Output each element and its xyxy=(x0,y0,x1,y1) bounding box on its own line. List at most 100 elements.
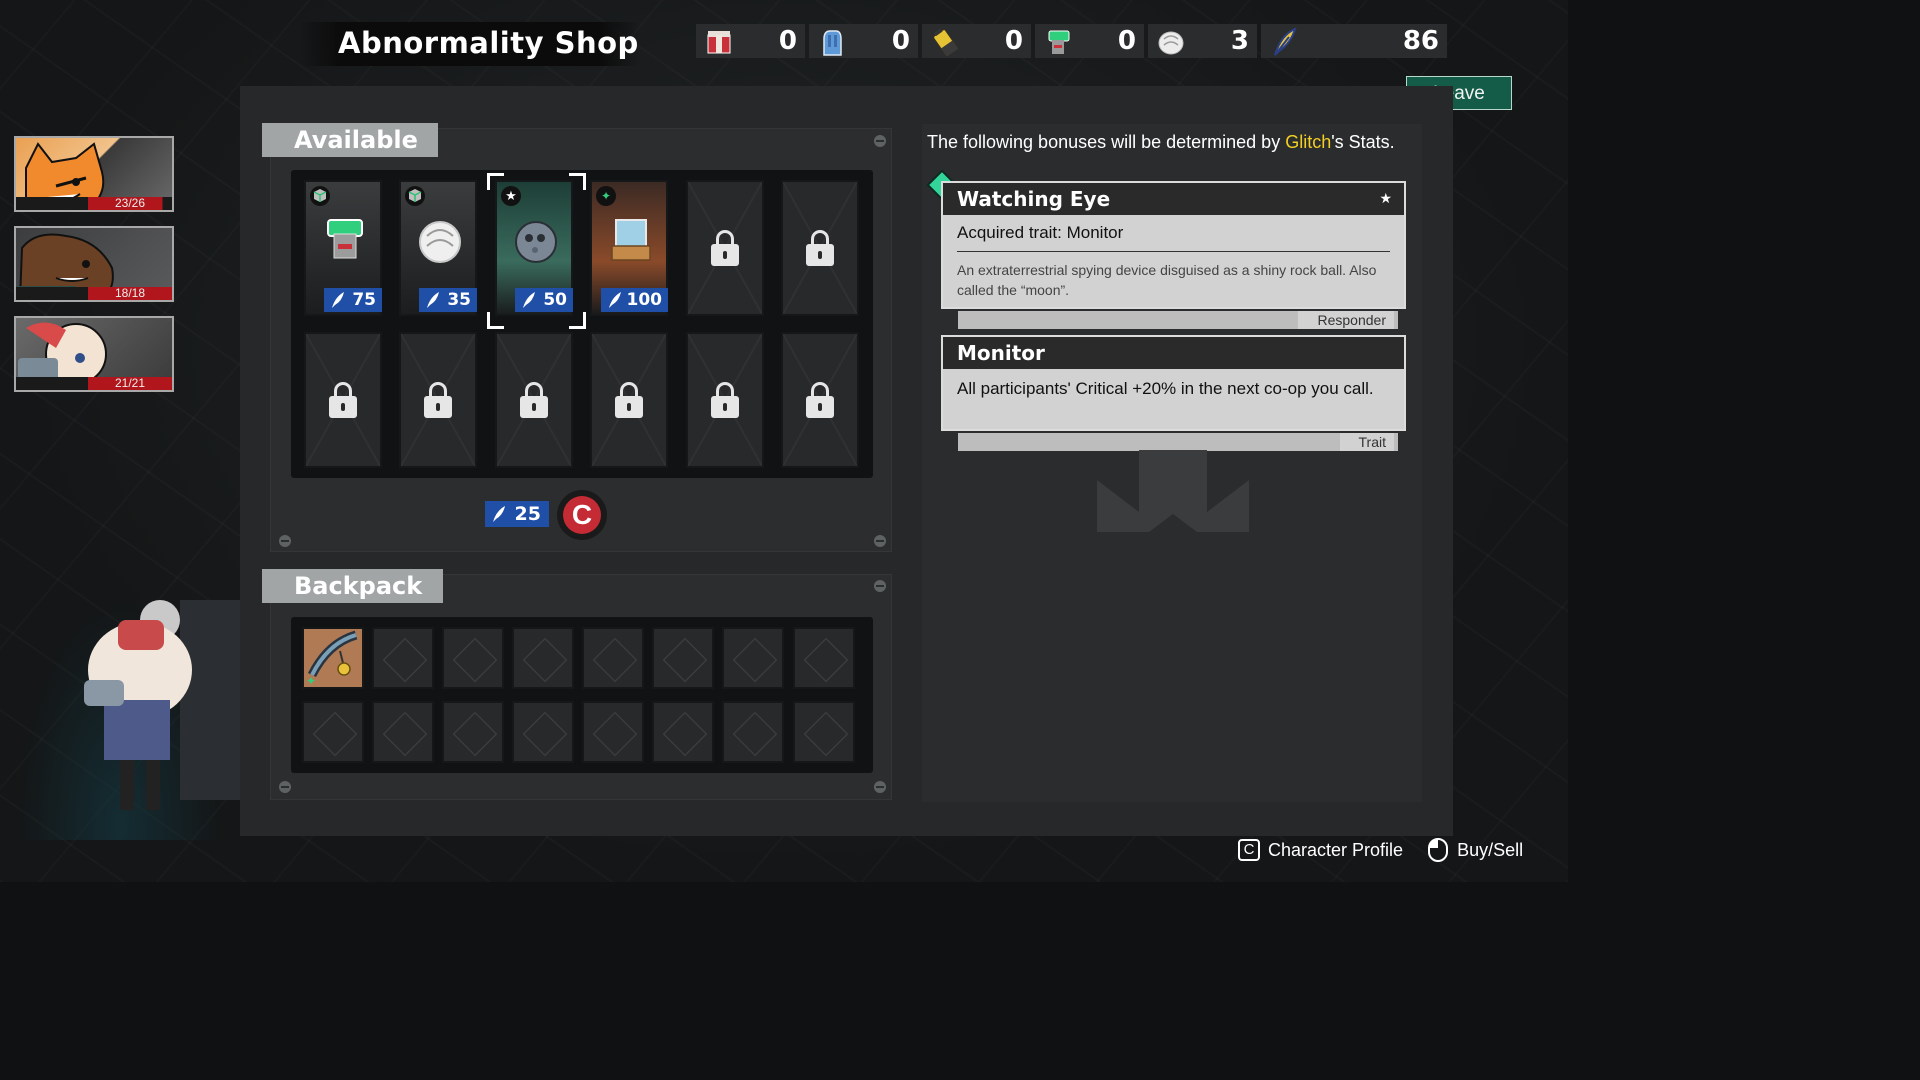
cube-icon xyxy=(405,186,425,206)
lock-icon xyxy=(711,382,739,418)
shop-item-slot[interactable]: 35 xyxy=(399,180,477,316)
party-member-fox[interactable]: 23/26 xyxy=(14,136,174,212)
item-card-body: Acquired trait: Monitor An extraterrestr… xyxy=(943,215,1404,308)
reroll-price-value: 25 xyxy=(514,503,541,525)
locked-slot xyxy=(686,332,764,468)
yellow-battery-icon xyxy=(933,28,959,57)
price-tag: 50 xyxy=(515,288,573,312)
item-type-tag: Responder xyxy=(1298,311,1394,329)
page-title: Abnormality Shop xyxy=(338,26,639,60)
svg-text:✦: ✦ xyxy=(306,674,316,687)
backpack-slot[interactable] xyxy=(582,701,644,763)
stat-source-text: The following bonuses will be determined… xyxy=(927,132,1395,153)
feather-icon xyxy=(427,292,439,308)
footer-hints: C Character Profile Buy/Sell xyxy=(1238,836,1523,864)
feather-icon xyxy=(608,292,621,308)
currency-value: 0 xyxy=(1117,26,1136,56)
hp-text: 21/21 xyxy=(114,376,146,390)
hp-text: 23/26 xyxy=(114,196,146,210)
shop-item-slot[interactable]: 75 xyxy=(304,180,382,316)
screw xyxy=(874,135,886,147)
item-description: An extraterrestrial spying device disgui… xyxy=(957,262,1377,298)
cube-icon xyxy=(310,186,330,206)
party-member-sheep[interactable]: 21/21 xyxy=(14,316,174,392)
feather-icon xyxy=(523,292,535,308)
trait-card: Monitor All participants' Critical +20% … xyxy=(941,335,1406,431)
green-device-icon xyxy=(1048,30,1070,54)
backpack-slot[interactable] xyxy=(652,701,714,763)
locked-slot xyxy=(781,332,859,468)
backpack-slot[interactable] xyxy=(722,627,784,689)
hp-bar: 18/18 xyxy=(88,287,172,300)
star-icon: ★ xyxy=(501,186,521,206)
backpack-slot[interactable] xyxy=(442,701,504,763)
backpack-label: Backpack xyxy=(262,569,443,603)
sparkle-star-icon: ✦ xyxy=(596,186,616,206)
hp-bar: 21/21 xyxy=(88,377,172,390)
character-name: Glitch xyxy=(1285,132,1332,152)
green-device-icon xyxy=(327,219,363,259)
mouse-icon xyxy=(1428,838,1449,862)
blue-glove-icon xyxy=(823,30,842,56)
screw xyxy=(874,535,886,547)
rarity-star-icon: ★ xyxy=(1379,191,1392,207)
price-tag: 35 xyxy=(419,288,477,312)
backpack-slot[interactable] xyxy=(512,701,574,763)
locked-slot xyxy=(686,180,764,316)
hourglass-crate-icon xyxy=(611,219,651,261)
backpack-slot[interactable] xyxy=(652,627,714,689)
currency-value: 0 xyxy=(1004,26,1023,56)
backpack-slot[interactable] xyxy=(722,701,784,763)
hp-bar: 23/26 xyxy=(88,197,172,210)
shop-item-slot[interactable]: ✦ 100 xyxy=(590,180,668,316)
trait-card-body: All participants' Critical +20% in the n… xyxy=(943,369,1404,409)
selection-corner xyxy=(487,312,504,329)
hp-text: 18/18 xyxy=(114,286,146,300)
backpack-slot[interactable] xyxy=(372,701,434,763)
party-member-bear[interactable]: 18/18 xyxy=(14,226,174,302)
currency-value: 0 xyxy=(778,26,797,56)
feather-icon xyxy=(1274,27,1297,56)
currency-feather: 86 xyxy=(1261,24,1447,58)
screw xyxy=(874,580,886,592)
locked-slot xyxy=(781,180,859,316)
backpack-slot-filled[interactable]: ✦ xyxy=(302,627,364,689)
price-value: 75 xyxy=(352,290,376,310)
currency-value: 3 xyxy=(1230,26,1249,56)
backpack-slot[interactable] xyxy=(442,627,504,689)
red-box-icon xyxy=(707,31,731,54)
backpack-slot[interactable] xyxy=(793,627,855,689)
white-shell-icon xyxy=(419,221,461,263)
feather-icon xyxy=(332,292,344,308)
price-tag: 75 xyxy=(324,288,382,312)
intro-after: 's Stats. xyxy=(1331,132,1395,152)
character-profile-hint[interactable]: C Character Profile xyxy=(1238,839,1403,861)
trait-tag-rail xyxy=(958,433,1398,451)
backpack-slot[interactable] xyxy=(302,701,364,763)
sheep-character-sprite-icon xyxy=(84,600,240,810)
price-value: 50 xyxy=(543,290,567,310)
locked-slot xyxy=(304,332,382,468)
screw xyxy=(279,535,291,547)
trait-line: Acquired trait: Monitor xyxy=(957,223,1390,252)
backpack-slot[interactable] xyxy=(582,627,644,689)
selection-corner xyxy=(487,173,504,190)
backpack-slot[interactable] xyxy=(372,627,434,689)
character-profile-label: Character Profile xyxy=(1268,839,1404,860)
screw xyxy=(874,781,886,793)
trait-card-header: Monitor xyxy=(943,337,1404,369)
item-card-header: Watching Eye ★ xyxy=(943,183,1404,215)
buy-sell-hint[interactable]: Buy/Sell xyxy=(1427,837,1523,863)
currency-green-device: 0 xyxy=(1035,24,1144,58)
chevron-down-icon xyxy=(1097,450,1249,532)
stage-character xyxy=(0,560,240,840)
reroll-button[interactable]: C xyxy=(557,490,607,540)
lock-icon xyxy=(329,382,357,418)
moon-rock-icon xyxy=(515,221,557,263)
backpack-slot[interactable] xyxy=(512,627,574,689)
backpack-slot[interactable] xyxy=(793,701,855,763)
selection-corner xyxy=(569,173,586,190)
price-tag: 100 xyxy=(600,288,668,312)
buy-sell-label: Buy/Sell xyxy=(1457,839,1524,860)
shop-item-slot-selected[interactable]: ★ 50 xyxy=(495,180,573,316)
